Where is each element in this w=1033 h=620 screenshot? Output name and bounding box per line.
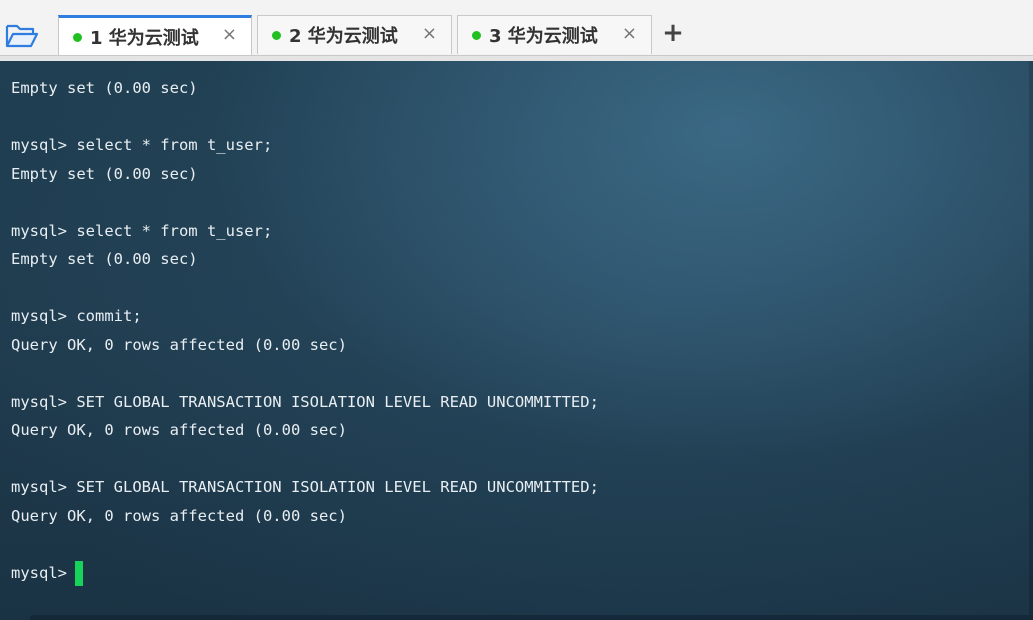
terminal-line: Empty set (0.00 sec) xyxy=(11,250,198,268)
tab-bar: 1 华为云测试 × 2 华为云测试 × 3 华为云测试 × + xyxy=(0,0,1033,61)
terminal-line: mysql> select * from t_user; xyxy=(11,136,273,154)
close-tab-icon[interactable]: × xyxy=(622,25,637,43)
folder-open-icon xyxy=(5,24,39,48)
text-cursor xyxy=(75,560,83,586)
terminal-line: Query OK, 0 rows affected (0.00 sec) xyxy=(11,507,347,525)
horizontal-scrollbar[interactable] xyxy=(30,615,1033,620)
terminal-line: mysql> commit; xyxy=(11,307,142,325)
mysql-prompt: mysql> xyxy=(11,564,67,582)
connection-status-icon xyxy=(73,32,82,42)
open-session-button[interactable] xyxy=(4,20,40,52)
terminal-line: mysql> SET GLOBAL TRANSACTION ISOLATION … xyxy=(11,393,599,411)
tab-label: 3 华为云测试 xyxy=(489,26,598,47)
tab-1[interactable]: 1 华为云测试 × xyxy=(58,15,252,56)
close-tab-icon[interactable]: × xyxy=(422,25,437,43)
scrollbar[interactable] xyxy=(1029,61,1033,620)
connection-status-icon xyxy=(272,30,281,40)
tab-label: 1 华为云测试 xyxy=(90,28,199,49)
tab-3[interactable]: 3 华为云测试 × xyxy=(457,15,652,54)
tab-label: 2 华为云测试 xyxy=(289,26,398,47)
terminal-line: Query OK, 0 rows affected (0.00 sec) xyxy=(11,336,347,354)
terminal-input-line[interactable]: mysql> xyxy=(11,560,83,586)
terminal-line: Query OK, 0 rows affected (0.00 sec) xyxy=(11,421,347,439)
terminal-line: mysql> SET GLOBAL TRANSACTION ISOLATION … xyxy=(11,478,599,496)
add-tab-button[interactable]: + xyxy=(662,20,684,46)
terminal-line: Empty set (0.00 sec) xyxy=(11,165,198,183)
connection-status-icon xyxy=(472,30,481,40)
terminal-line: Empty set (0.00 sec) xyxy=(11,79,198,97)
terminal-pane[interactable]: Empty set (0.00 sec) mysql> select * fro… xyxy=(0,61,1033,620)
terminal-line: mysql> select * from t_user; xyxy=(11,222,273,240)
tab-2[interactable]: 2 华为云测试 × xyxy=(257,15,452,54)
close-tab-icon[interactable]: × xyxy=(222,26,237,44)
